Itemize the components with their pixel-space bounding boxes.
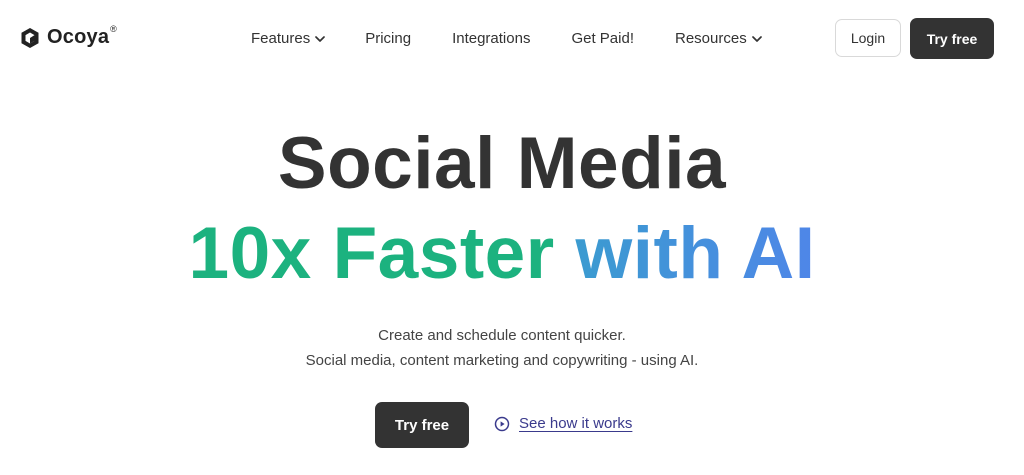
nav-item-resources[interactable]: Resources: [675, 30, 762, 47]
chevron-down-icon: [751, 36, 762, 42]
nav-item-label: Features: [251, 30, 311, 47]
main-nav: Features Pricing Integrations Get Paid! …: [251, 30, 762, 47]
hero-highlight-green: 10x Faster: [188, 213, 576, 294]
hero-description-line-2: Social media, content marketing and copy…: [305, 352, 699, 369]
cube-logo-icon: [21, 27, 39, 48]
nav-item-label: Resources: [675, 30, 747, 47]
see-how-it-works-link[interactable]: See how it works: [494, 415, 632, 432]
chevron-down-icon: [315, 36, 326, 42]
nav-item-label: Integrations: [452, 30, 531, 47]
page: Ocoya ® Features Pricing Integrations Ge…: [0, 0, 1024, 475]
nav-item-get-paid[interactable]: Get Paid!: [571, 30, 634, 47]
play-circle-icon: [494, 416, 510, 431]
try-free-cta-button[interactable]: Try free: [375, 402, 469, 448]
registered-mark: ®: [110, 23, 117, 34]
nav-item-label: Pricing: [365, 30, 412, 47]
hero-highlight-blue: with AI: [575, 213, 816, 294]
hero-title: Social Media: [277, 123, 727, 204]
nav-item-label: Get Paid!: [571, 30, 634, 47]
nav-item-integrations[interactable]: Integrations: [452, 30, 530, 47]
see-how-it-works-label: See how it works: [519, 415, 633, 432]
logo-text: Ocoya: [47, 26, 110, 48]
try-free-header-button[interactable]: Try free: [910, 18, 994, 59]
nav-item-features[interactable]: Features: [251, 30, 326, 47]
login-button[interactable]: Login: [835, 19, 901, 57]
nav-item-pricing[interactable]: Pricing: [365, 30, 411, 47]
logo-link[interactable]: Ocoya ®: [20, 23, 117, 49]
hero-description-line-1: Create and schedule content quicker.: [378, 327, 626, 344]
hero-subtitle-headline: 10x Faster with AI: [0, 212, 1004, 296]
